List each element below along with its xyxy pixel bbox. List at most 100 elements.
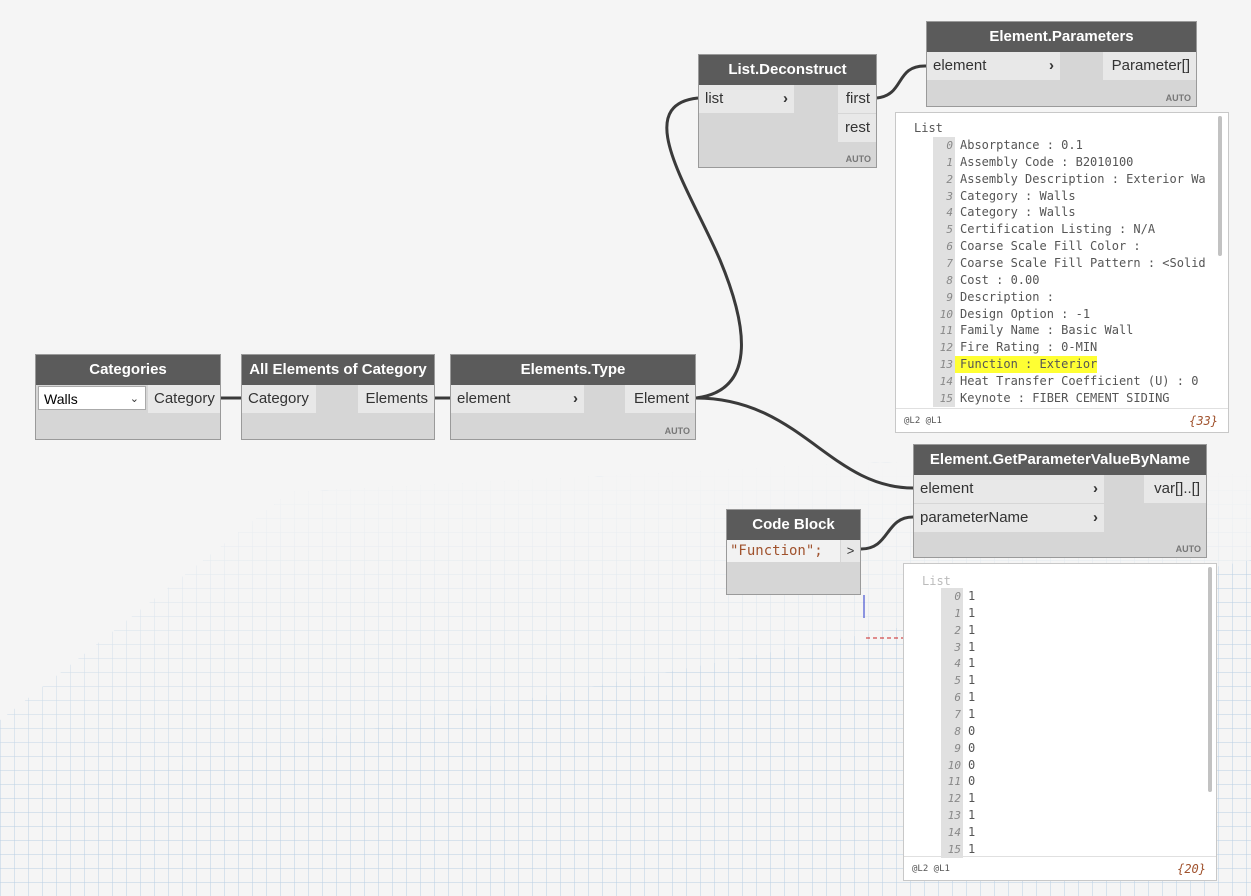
list-value: Coarse Scale Fill Color :	[960, 239, 1141, 254]
port-label: element	[933, 57, 987, 74]
list-value: 1	[968, 589, 976, 603]
list-index: 9	[941, 739, 963, 757]
list-index: 14	[933, 372, 955, 390]
list-index: 7	[933, 254, 955, 272]
list-item: 41	[941, 655, 976, 673]
preview-footer: @L2 @L1 {20}	[904, 856, 1216, 880]
list-index: 15	[933, 389, 955, 407]
list-item: 8 Cost : 0.00	[933, 271, 1039, 289]
scrollbar[interactable]	[1208, 567, 1212, 792]
list-value: 0	[968, 774, 976, 789]
list-value: 1	[968, 706, 976, 721]
list-item: 11 0	[941, 773, 976, 791]
chevron-right-icon: ›	[573, 390, 578, 407]
list-index: 8	[941, 722, 963, 740]
list-index: 2	[941, 621, 963, 639]
chevron-right-icon: ›	[783, 90, 788, 107]
list-index: 5	[941, 672, 963, 690]
list-item: 10 0	[941, 756, 976, 774]
list-value: 1	[968, 841, 976, 856]
list-deconstruct-node[interactable]: List.Deconstruct list › first rest AUTO	[698, 54, 877, 168]
wire-deconstruct-to-parameters[interactable]	[876, 64, 927, 100]
list-index: 5	[933, 221, 955, 239]
list-value: Description :	[960, 289, 1054, 304]
list-value: 0	[968, 740, 976, 755]
item-count: {33}	[1189, 414, 1218, 428]
lacing-label[interactable]: AUTO	[846, 154, 871, 164]
scrollbar[interactable]	[1218, 116, 1222, 256]
input-port-category[interactable]: Category	[242, 385, 316, 413]
list-index: 10	[933, 305, 955, 323]
output-port-category[interactable]: Category	[148, 385, 220, 413]
categories-node[interactable]: Categories Walls ⌄ Category	[35, 354, 221, 440]
all-elements-of-category-node[interactable]: All Elements of Category Category Elemen…	[241, 354, 435, 440]
elements-type-node[interactable]: Elements.Type element › Element AUTO	[450, 354, 696, 440]
list-value: 1	[968, 639, 976, 654]
list-value: 1	[968, 808, 976, 823]
list-index: 3	[933, 187, 955, 205]
lacing-label[interactable]: AUTO	[1166, 93, 1191, 103]
list-value: Keynote : FIBER CEMENT SIDING	[960, 390, 1170, 405]
list-item: 5 Certification Listing : N/A	[933, 221, 1155, 239]
list-item: 2 Assembly Description : Exterior Wa	[933, 170, 1206, 188]
code-editor[interactable]: "Function";	[727, 540, 840, 562]
list-index: 2	[933, 170, 955, 188]
list-item: 11	[941, 604, 975, 622]
list-item: 14 Heat Transfer Coefficient (U) : 0	[933, 372, 1199, 390]
port-label: list	[705, 90, 724, 107]
list-item: 12 1	[941, 790, 976, 808]
input-port-list[interactable]: list ›	[699, 85, 794, 113]
list-index: 0	[941, 588, 963, 605]
input-port-element[interactable]: element ›	[914, 475, 1104, 503]
list-item: 61	[941, 689, 976, 707]
port-label: element	[457, 390, 511, 407]
list-item: 21	[941, 621, 975, 639]
list-index: 11	[933, 322, 955, 340]
input-port-parametername[interactable]: parameterName ›	[914, 504, 1104, 532]
node-title: Code Block	[727, 510, 860, 540]
list-value: Fire Rating : 0-MIN	[960, 340, 1098, 355]
list-index: 6	[941, 689, 963, 707]
list-item: 71	[941, 705, 976, 723]
output-port-rest[interactable]: rest	[838, 114, 876, 142]
output-port-first[interactable]: first	[838, 85, 876, 113]
list-item: 13 Function : Exterior	[933, 356, 1098, 374]
output-port-parameter-list[interactable]: Parameter[]	[1103, 52, 1196, 80]
input-port-element[interactable]: element ›	[927, 52, 1060, 80]
list-value: Heat Transfer Coefficient (U) : 0	[960, 373, 1199, 388]
output-port[interactable]: >	[841, 540, 860, 562]
element-parameters-node[interactable]: Element.Parameters element › Parameter[]…	[926, 21, 1197, 107]
node-title: Elements.Type	[451, 355, 695, 385]
chevron-right-icon: ›	[1093, 509, 1098, 526]
list-value: 1	[968, 656, 976, 671]
list-index: 9	[933, 288, 955, 306]
values-preview[interactable]: List 0 1 1 1 2 1 3 1 4 1 5 1 6 1 7 1 8 0 9 0 10 0 11 0 12 1 13 1 14 1…	[903, 563, 1217, 881]
list-item: 6 Coarse Scale Fill Color :	[933, 238, 1141, 256]
chevron-right-icon: ›	[1093, 480, 1098, 497]
chevron-down-icon[interactable]: ⌄	[130, 387, 139, 411]
parameters-preview[interactable]: List 0 Absorptance : 0.1 1 Assembly Code : …	[895, 112, 1229, 433]
code-block-node[interactable]: Code Block "Function"; >	[726, 509, 861, 595]
list-item: 3 Category : Walls	[933, 187, 1076, 205]
node-title: List.Deconstruct	[699, 55, 876, 85]
list-item: 51	[941, 672, 975, 690]
list-value: 1	[968, 791, 976, 806]
list-item: 14 1	[941, 823, 975, 841]
lacing-label[interactable]: AUTO	[665, 426, 690, 436]
list-value: 1	[968, 690, 976, 705]
get-parameter-value-node[interactable]: Element.GetParameterValueByName element …	[913, 444, 1207, 558]
lacing-label[interactable]: AUTO	[1176, 544, 1201, 554]
output-port-elements[interactable]: Elements	[358, 385, 434, 413]
list-value: Assembly Description : Exterior Wa	[960, 171, 1206, 186]
node-title: Element.GetParameterValueByName	[914, 445, 1206, 475]
output-port-values[interactable]: var[]..[]	[1144, 475, 1206, 503]
category-dropdown[interactable]: Walls ⌄	[38, 386, 146, 410]
list-value: Function : Exterior	[960, 357, 1098, 372]
list-value: Absorptance : 0.1	[960, 138, 1083, 152]
list-value: 0	[968, 757, 976, 772]
list-value: Coarse Scale Fill Pattern : <Solid	[960, 255, 1206, 270]
list-index: 4	[941, 655, 963, 673]
output-port-element[interactable]: Element	[625, 385, 695, 413]
input-port-element[interactable]: element ›	[451, 385, 584, 413]
chevron-right-icon: ›	[1049, 57, 1054, 74]
